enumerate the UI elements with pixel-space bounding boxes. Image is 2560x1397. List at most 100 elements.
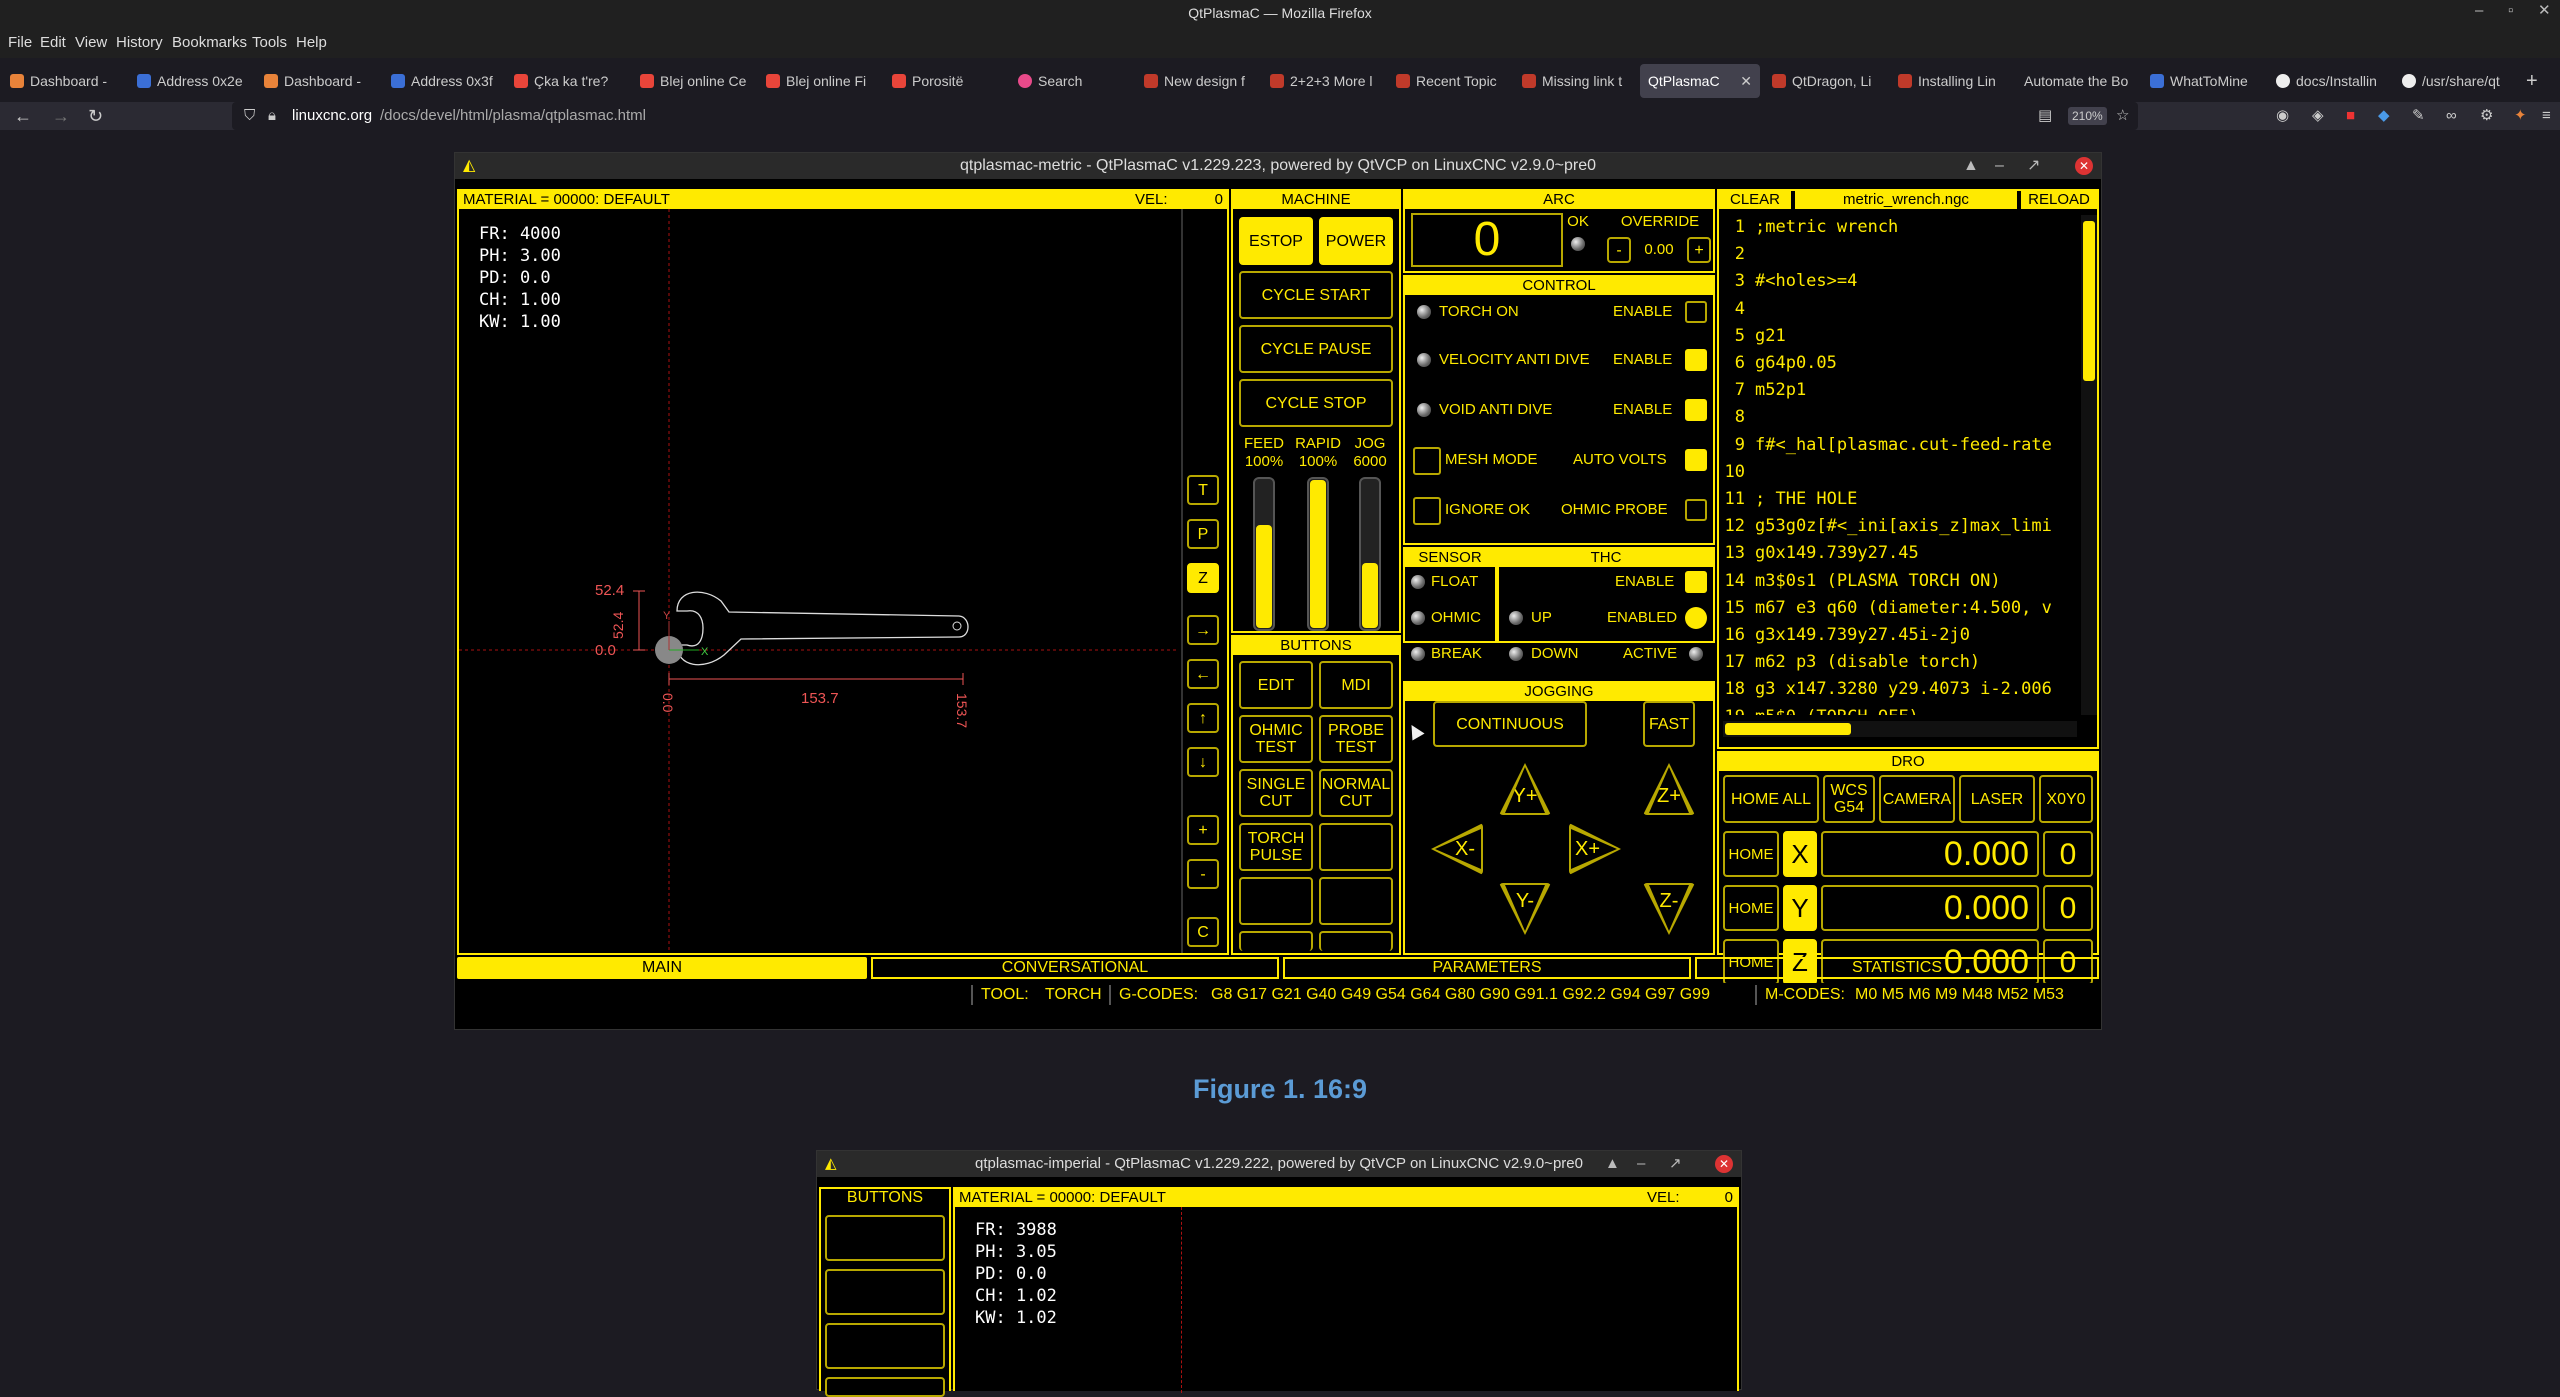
void-enable-checkbox[interactable]	[1685, 399, 1707, 421]
user-button-empty[interactable]	[825, 1377, 945, 1397]
browser-tab[interactable]: Address 0x3f	[391, 64, 503, 98]
zoom-out-button[interactable]: -	[1187, 859, 1219, 889]
browser-tab[interactable]: /usr/share/qt	[2402, 64, 2514, 98]
browser-tab[interactable]: Blej online Ce	[640, 64, 752, 98]
tab-conversational[interactable]: CONVERSATIONAL	[871, 957, 1279, 979]
clear-button[interactable]: CLEAR	[1719, 191, 1791, 209]
browser-tab[interactable]: Porositë	[892, 64, 1004, 98]
home-all-button[interactable]: HOME ALL	[1723, 775, 1819, 823]
cycle-stop-button[interactable]: CYCLE STOP	[1239, 379, 1393, 427]
estop-button[interactable]: ESTOP	[1239, 217, 1313, 265]
menu-edit[interactable]: Edit	[40, 28, 66, 58]
gcode-hscrollbar[interactable]	[1723, 721, 2077, 737]
user-button-empty[interactable]	[1239, 931, 1313, 951]
tab-statistics[interactable]: STATISTICS	[1695, 957, 2099, 979]
x0y0-button[interactable]: X0Y0	[2039, 775, 2093, 823]
edit-button[interactable]: EDIT	[1239, 661, 1313, 709]
record-icon[interactable]: ■	[2346, 102, 2355, 130]
view-z-button[interactable]: Z	[1187, 563, 1219, 593]
camera-button[interactable]: CAMERA	[1879, 775, 1955, 823]
thc-enable-checkbox[interactable]	[1685, 571, 1707, 593]
reload-icon[interactable]: ↻	[88, 102, 103, 130]
tab-close-icon[interactable]: ✕	[1740, 64, 1752, 98]
menu-view[interactable]: View	[75, 28, 107, 58]
extension-icon[interactable]: ✎	[2412, 102, 2425, 130]
rapid-override-slider[interactable]	[1307, 477, 1329, 631]
browser-tab[interactable]: WhatToMine	[2150, 64, 2262, 98]
pocket-icon[interactable]: ◉	[2276, 102, 2289, 130]
jog-speed-slider[interactable]	[1359, 477, 1381, 631]
home-axis-button[interactable]: HOME	[1723, 885, 1779, 931]
user-button-empty[interactable]	[825, 1269, 945, 1315]
zoom-level[interactable]: 210%	[2068, 107, 2107, 125]
minimize-icon[interactable]: –	[2475, 0, 2483, 22]
user-button-empty[interactable]	[1319, 823, 1393, 871]
normal-cut-button[interactable]: NORMAL CUT	[1319, 769, 1393, 817]
extension-icon[interactable]: ∞	[2446, 102, 2457, 130]
dro-offset-y[interactable]: 0	[2043, 885, 2093, 931]
close-icon[interactable]: ✕	[2075, 157, 2093, 175]
mesh-mode-checkbox[interactable]	[1413, 447, 1441, 475]
jog-x-minus-button[interactable]: X-	[1431, 823, 1483, 875]
menu-file[interactable]: File	[8, 28, 32, 58]
view-top-button[interactable]: T	[1187, 475, 1219, 505]
jog-x-plus-button[interactable]: X+	[1569, 823, 1621, 875]
dro-offset-x[interactable]: 0	[2043, 831, 2093, 877]
pan-right-button[interactable]: →	[1187, 615, 1219, 645]
maximize-icon[interactable]: ↗	[2027, 153, 2040, 179]
hamburger-menu-icon[interactable]: ≡	[2542, 102, 2551, 130]
browser-tab[interactable]: New design f	[1144, 64, 1256, 98]
browser-tab[interactable]: Recent Topic	[1396, 64, 1508, 98]
pan-down-button[interactable]: ↓	[1187, 747, 1219, 777]
view-perspective-button[interactable]: P	[1187, 519, 1219, 549]
menu-tools[interactable]: Tools	[252, 28, 287, 58]
reader-view-icon[interactable]: ▤	[2038, 102, 2052, 130]
power-button[interactable]: POWER	[1319, 217, 1393, 265]
jog-continuous-button[interactable]: CONTINUOUS	[1433, 701, 1587, 747]
menu-help[interactable]: Help	[296, 28, 327, 58]
maximize-icon[interactable]: ↗	[1669, 1151, 1682, 1177]
torch-pulse-button[interactable]: TORCH PULSE	[1239, 823, 1313, 871]
browser-tab[interactable]: 2+2+3 More l	[1270, 64, 1382, 98]
wcs-button[interactable]: WCS G54	[1823, 775, 1875, 823]
jog-fast-button[interactable]: FAST	[1643, 701, 1695, 747]
browser-tab[interactable]: Çka ka t're?	[514, 64, 626, 98]
minimize-icon[interactable]: –	[1995, 153, 2004, 179]
shield-icon[interactable]: ⛉	[244, 102, 255, 130]
reload-button[interactable]: RELOAD	[2021, 191, 2097, 209]
cycle-pause-button[interactable]: CYCLE PAUSE	[1239, 325, 1393, 373]
home-axis-button[interactable]: HOME	[1723, 831, 1779, 877]
extension-icon[interactable]: ◆	[2378, 102, 2390, 130]
user-button-empty[interactable]	[1239, 877, 1313, 925]
override-minus-button[interactable]: -	[1607, 237, 1631, 263]
ohmic-probe-checkbox[interactable]	[1685, 499, 1707, 521]
mdi-button[interactable]: MDI	[1319, 661, 1393, 709]
vad-enable-checkbox[interactable]	[1685, 349, 1707, 371]
user-button-empty[interactable]	[1319, 931, 1393, 951]
zoom-in-button[interactable]: +	[1187, 815, 1219, 845]
torch-enable-checkbox[interactable]	[1685, 301, 1707, 323]
clear-plot-button[interactable]: C	[1187, 917, 1219, 947]
override-plus-button[interactable]: +	[1687, 237, 1711, 263]
gcode-vscrollbar[interactable]	[2081, 215, 2097, 715]
menu-bookmarks[interactable]: Bookmarks	[172, 28, 247, 58]
bookmark-star-icon[interactable]: ☆	[2116, 102, 2129, 130]
user-button-empty[interactable]	[825, 1215, 945, 1261]
feed-override-slider[interactable]	[1253, 477, 1275, 631]
auto-volts-checkbox[interactable]	[1685, 449, 1707, 471]
extension-icon[interactable]: ◈	[2312, 102, 2324, 130]
jog-y-minus-button[interactable]: Y-	[1499, 883, 1551, 935]
browser-tab[interactable]: Installing Lin	[1898, 64, 2010, 98]
jog-z-minus-button[interactable]: Z-	[1643, 883, 1695, 935]
close-icon[interactable]: ✕	[1715, 1155, 1733, 1173]
shade-icon[interactable]: ▲	[1605, 1151, 1620, 1177]
ohmic-test-button[interactable]: OHMIC TEST	[1239, 715, 1313, 763]
close-icon[interactable]: ✕	[2538, 0, 2551, 22]
shade-icon[interactable]: ▲	[1963, 153, 1979, 179]
maximize-icon[interactable]: ▫	[2508, 0, 2513, 22]
tab-parameters[interactable]: PARAMETERS	[1283, 957, 1691, 979]
url-bar[interactable]: ⛉ 🔒︎ linuxcnc.org /docs/devel/html/plasm…	[232, 102, 2138, 130]
browser-tab[interactable]: Blej online Fi	[766, 64, 878, 98]
laser-button[interactable]: LASER	[1959, 775, 2035, 823]
metamask-icon[interactable]: ✦	[2514, 102, 2527, 130]
